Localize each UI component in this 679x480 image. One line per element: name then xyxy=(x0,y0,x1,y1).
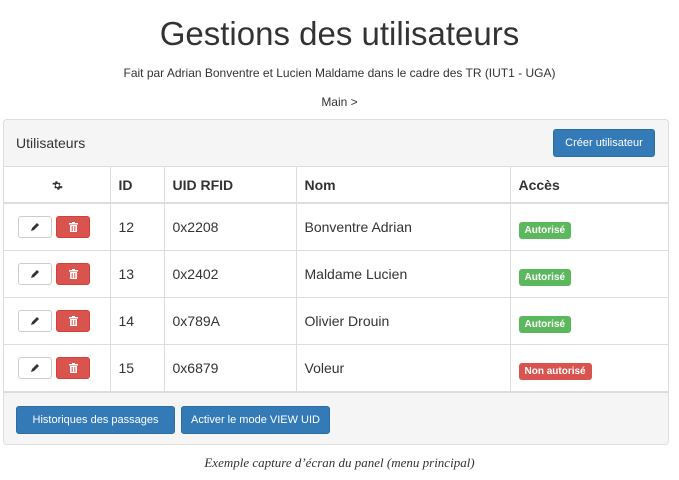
edit-user-button[interactable] xyxy=(18,309,52,332)
gear-icon xyxy=(51,181,63,190)
row-actions xyxy=(4,344,110,392)
cell-acces: Autorisé xyxy=(509,297,668,345)
trash-icon xyxy=(68,315,78,326)
row-actions xyxy=(4,297,110,345)
trash-icon xyxy=(68,221,78,232)
cell-acces: Autorisé xyxy=(509,203,668,251)
edit-user-button[interactable] xyxy=(18,215,52,238)
delete-user-button[interactable] xyxy=(56,356,90,379)
pencil-icon xyxy=(31,222,39,231)
panel-footer: Historiques des passages Activer le mode… xyxy=(4,392,668,444)
cell-acces: Non autorisé xyxy=(509,344,668,392)
status-badge: Non autorisé xyxy=(518,363,592,380)
pencil-icon xyxy=(31,363,39,372)
table-row: 15 0x6879 Voleur Non autorisé xyxy=(4,344,668,392)
cell-id: 15 xyxy=(109,344,164,392)
panel-heading: Utilisateurs Créer utilisateur xyxy=(4,120,668,167)
cell-acces: Autorisé xyxy=(509,250,668,298)
table-row: 12 0x2208 Bonventre Adrian Autorisé xyxy=(4,203,668,251)
table-row: 14 0x789A Olivier Drouin Autorisé xyxy=(4,297,668,345)
cell-uid: 0x789A xyxy=(163,297,296,345)
column-header-id: ID xyxy=(109,167,164,204)
panel-title: Utilisateurs xyxy=(16,135,86,151)
edit-user-button[interactable] xyxy=(18,262,52,285)
cell-id: 12 xyxy=(109,203,164,251)
trash-icon xyxy=(68,268,78,279)
trash-icon xyxy=(68,362,78,373)
page: Gestions des utilisateurs Fait par Adria… xyxy=(0,0,679,480)
cell-uid: 0x6879 xyxy=(163,344,296,392)
column-header-actions xyxy=(4,167,110,204)
cell-id: 13 xyxy=(109,250,164,298)
cell-nom: Voleur xyxy=(295,344,510,392)
cell-nom: Maldame Lucien xyxy=(295,250,510,298)
row-actions xyxy=(4,250,110,298)
delete-user-button[interactable] xyxy=(56,309,90,332)
column-header-acces: Accès xyxy=(509,167,668,204)
table-row: 13 0x2402 Maldame Lucien Autorisé xyxy=(4,250,668,298)
row-actions xyxy=(4,203,110,251)
column-header-nom: Nom xyxy=(295,167,510,204)
create-user-button[interactable]: Créer utilisateur xyxy=(553,129,655,157)
page-title: Gestions des utilisateurs xyxy=(159,15,520,52)
status-badge: Autorisé xyxy=(518,316,572,333)
cell-nom: Olivier Drouin xyxy=(295,297,510,345)
view-uid-mode-button[interactable]: Activer le mode VIEW UID xyxy=(181,406,330,434)
users-panel: Utilisateurs Créer utilisateur ID UID RF… xyxy=(3,119,669,445)
history-button[interactable]: Historiques des passages xyxy=(16,406,175,434)
cell-nom: Bonventre Adrian xyxy=(295,203,510,251)
users-table: ID UID RFID Nom Accès 12 0x2208 Bonventr… xyxy=(4,167,668,392)
figure-caption: Exemple capture d’écran du panel (menu p… xyxy=(204,455,475,470)
delete-user-button[interactable] xyxy=(56,215,90,238)
breadcrumb[interactable]: Main > xyxy=(0,95,679,109)
cell-uid: 0x2402 xyxy=(163,250,296,298)
pencil-icon xyxy=(31,316,39,325)
page-subtitle: Fait par Adrian Bonventre et Lucien Mald… xyxy=(123,66,556,80)
status-badge: Autorisé xyxy=(518,222,572,240)
delete-user-button[interactable] xyxy=(56,262,90,285)
column-header-uid: UID RFID xyxy=(163,167,296,204)
cell-id: 14 xyxy=(109,297,164,345)
edit-user-button[interactable] xyxy=(18,356,52,379)
table-header-row: ID UID RFID Nom Accès xyxy=(4,167,668,204)
cell-uid: 0x2208 xyxy=(163,203,296,251)
status-badge: Autorisé xyxy=(518,269,572,286)
pencil-icon xyxy=(31,269,39,278)
